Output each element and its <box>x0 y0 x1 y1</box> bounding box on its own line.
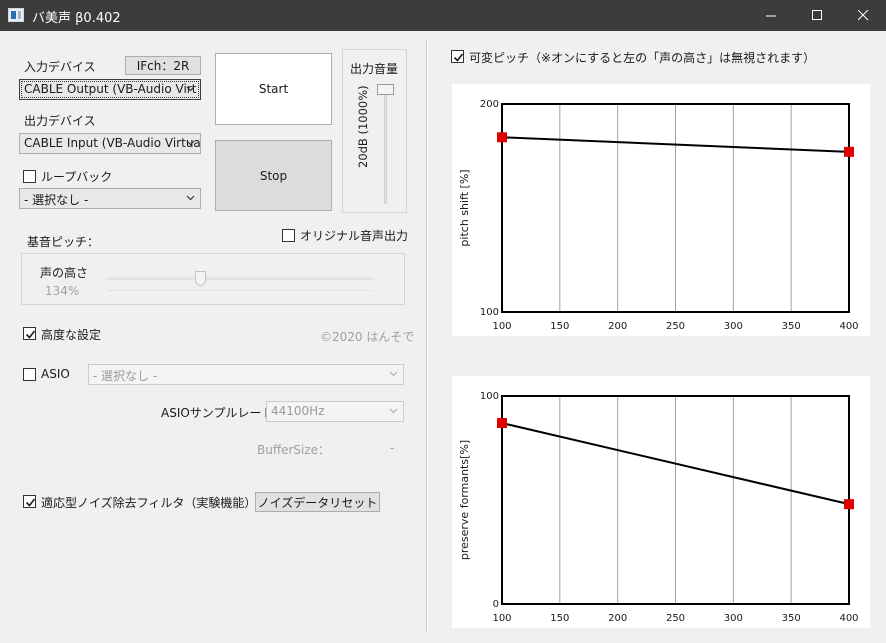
ifch-badge: IFch：2R <box>125 56 201 75</box>
app-icon <box>8 8 24 22</box>
control-point[interactable] <box>497 418 507 429</box>
x-tick-label: 150 <box>550 613 569 624</box>
chevron-down-icon <box>186 140 195 146</box>
output-volume-value: 20dB (1000%) <box>356 85 370 168</box>
buffer-size-value: - <box>390 441 395 455</box>
minimize-button[interactable] <box>748 0 794 31</box>
control-point[interactable] <box>844 499 854 510</box>
voice-height-track[interactable] <box>108 277 372 280</box>
advanced-label: 高度な設定 <box>41 328 102 342</box>
asio-driver-select[interactable]: - 選択なし - <box>88 364 404 385</box>
x-tick-label: 100 <box>492 613 511 624</box>
chevron-down-icon <box>389 371 398 377</box>
asio-sample-rate-select[interactable]: 44100Hz <box>266 401 404 422</box>
input-device-label: 入力デバイス <box>24 60 96 74</box>
loopback-label: ループバック <box>41 170 113 184</box>
input-device-value: CABLE Output (VB-Audio Virt <box>24 82 197 96</box>
x-tick-label: 150 <box>550 321 569 332</box>
buffer-size-label: BufferSize： <box>257 443 331 457</box>
x-tick-label: 300 <box>724 613 743 624</box>
panel-separator <box>426 40 428 632</box>
maximize-button[interactable] <box>794 0 840 31</box>
chevron-down-icon <box>389 408 398 414</box>
voice-height-value: 134% <box>45 284 80 298</box>
advanced-checkbox[interactable] <box>23 327 36 340</box>
variable-pitch-label: 可変ピッチ（※オンにすると左の「声の高さ」は無視されます） <box>469 51 816 65</box>
asio-checkbox[interactable] <box>23 368 36 381</box>
x-tick-label: 350 <box>782 321 801 332</box>
minimize-icon <box>765 15 776 17</box>
input-device-select[interactable]: CABLE Output (VB-Audio Virt <box>19 79 201 100</box>
asio-driver-value: - 選択なし - <box>93 369 158 383</box>
y-tick-label: 100 <box>480 307 499 318</box>
loopback-checkbox[interactable] <box>23 170 36 183</box>
x-tick-label: 100 <box>492 321 511 332</box>
asio-label: ASIO <box>41 367 70 381</box>
noise-filter-label: 適応型ノイズ除去フィルタ（実験機能） <box>41 496 257 510</box>
pitch-shift-chart-panel[interactable]: 100 150 200 250 300 350 400 100 200 pitch shift [… <box>452 84 870 336</box>
window-title: バ美声 β0.402 <box>32 11 121 26</box>
preserve-formants-chart-panel[interactable]: 100 150 200 250 300 350 400 0 100 preserve forman… <box>452 376 870 628</box>
noise-reset-button[interactable]: ノイズデータリセット <box>255 492 380 512</box>
chevron-down-icon <box>186 86 195 92</box>
close-button[interactable] <box>840 0 886 31</box>
voice-height-label: 声の高さ <box>40 266 89 280</box>
loopback-select[interactable]: - 選択なし - <box>19 188 201 209</box>
chevron-down-icon <box>186 195 195 201</box>
x-tick-label: 200 <box>608 321 627 332</box>
preserve-formants-chart[interactable]: 100 150 200 250 300 350 400 0 100 preserve forman… <box>452 376 870 628</box>
checkmark-icon <box>25 498 36 507</box>
noise-filter-checkbox[interactable] <box>23 495 36 508</box>
output-device-value: CABLE Input (VB-Audio Virtua <box>24 136 201 150</box>
x-tick-label: 250 <box>666 613 685 624</box>
title-bar[interactable]: バ美声 β0.402 <box>0 0 886 31</box>
x-tick-label: 350 <box>782 613 801 624</box>
original-output-checkbox[interactable] <box>282 229 295 242</box>
y-axis-label: pitch shift [%] <box>458 169 471 246</box>
checkmark-icon <box>453 53 464 62</box>
base-pitch-label: 基音ピッチ： <box>27 235 100 249</box>
y-tick-label: 0 <box>493 599 499 610</box>
output-device-select[interactable]: CABLE Input (VB-Audio Virtua <box>19 133 201 154</box>
output-volume-track[interactable] <box>384 94 387 204</box>
x-tick-label: 300 <box>724 321 743 332</box>
stop-button[interactable]: Stop <box>215 140 332 211</box>
control-point[interactable] <box>497 132 507 143</box>
output-device-label: 出力デバイス <box>24 114 96 128</box>
control-point[interactable] <box>844 146 854 157</box>
x-tick-label: 400 <box>839 321 858 332</box>
variable-pitch-checkbox[interactable] <box>451 50 464 63</box>
x-tick-label: 400 <box>839 613 858 624</box>
voice-height-thumb[interactable] <box>195 271 207 288</box>
output-volume-label: 出力音量 <box>350 62 399 76</box>
x-tick-label: 250 <box>666 321 685 332</box>
copyright-text: ©2020 はんそで <box>320 330 415 344</box>
asio-sample-rate-value: 44100Hz <box>271 404 325 418</box>
loopback-value: - 選択なし - <box>24 193 89 207</box>
pitch-shift-chart[interactable]: 100 150 200 250 300 350 400 100 200 pitch shift [… <box>452 84 870 336</box>
y-tick-label: 200 <box>480 99 499 110</box>
output-volume-thumb[interactable] <box>377 84 394 95</box>
close-icon <box>857 10 868 21</box>
checkmark-icon <box>25 330 36 339</box>
y-axis-label: preserve formants[%] <box>458 440 471 560</box>
x-tick-label: 200 <box>608 613 627 624</box>
voice-height-ticks <box>108 290 372 291</box>
maximize-icon <box>811 10 822 20</box>
original-output-label: オリジナル音声出力 <box>300 229 409 243</box>
start-button[interactable]: Start <box>215 53 332 125</box>
y-tick-label: 100 <box>480 391 499 402</box>
